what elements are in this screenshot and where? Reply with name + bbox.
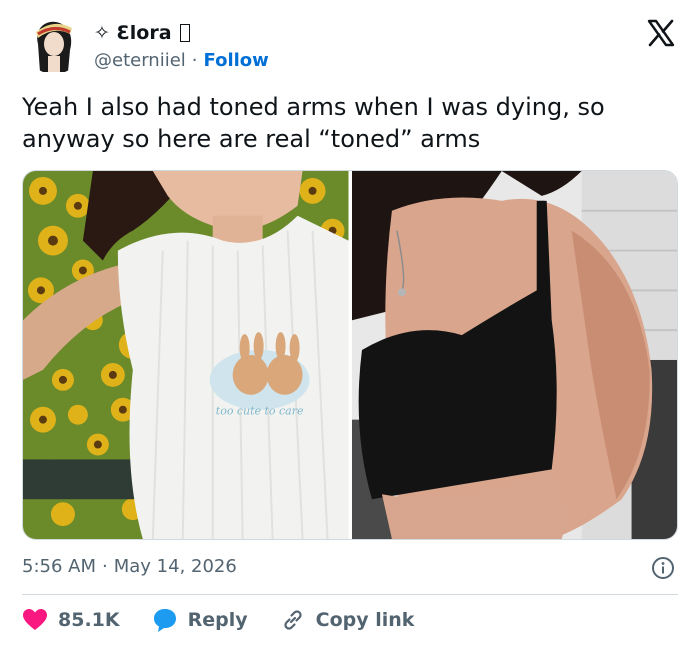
avatar[interactable] bbox=[24, 14, 84, 74]
timestamp-time: 5:56 AM bbox=[22, 556, 96, 577]
missing-glyph-icon bbox=[179, 24, 190, 42]
reply-button[interactable]: Reply bbox=[152, 607, 248, 633]
author-handle-row: @eterniiel · Follow bbox=[94, 48, 269, 72]
like-button[interactable]: 85.1K bbox=[22, 607, 120, 633]
author-name-row[interactable]: ✧ Ɛlora bbox=[94, 20, 190, 46]
handle-separator: · bbox=[191, 49, 198, 71]
timestamp-date: May 14, 2026 bbox=[113, 556, 237, 577]
tweet-card: ✧ Ɛlora @eterniiel · Follow Yeah I also … bbox=[0, 0, 700, 647]
timestamp[interactable]: 5:56 AM · May 14, 2026 bbox=[22, 556, 237, 577]
author-handle[interactable]: @eterniiel bbox=[94, 50, 186, 71]
timestamp-separator: · bbox=[102, 556, 108, 577]
x-logo-icon[interactable] bbox=[646, 18, 676, 48]
like-count: 85.1K bbox=[58, 609, 120, 631]
link-icon bbox=[284, 610, 302, 630]
shirt-print-text: too cute to care bbox=[216, 405, 304, 418]
reply-bubble-icon bbox=[153, 609, 176, 632]
heart-icon bbox=[23, 609, 47, 630]
media-grid: too cute to care bbox=[22, 170, 678, 540]
photo-right[interactable] bbox=[351, 171, 677, 539]
follow-button[interactable]: Follow bbox=[204, 50, 269, 71]
reply-label: Reply bbox=[187, 609, 248, 631]
copy-link-label: Copy link bbox=[315, 609, 415, 631]
author-display-name[interactable]: ✧ Ɛlora bbox=[94, 22, 172, 44]
action-bar: 85.1K Reply Copy link bbox=[22, 603, 446, 637]
copy-link-button[interactable]: Copy link bbox=[280, 607, 415, 633]
tweet-text: Yeah I also had toned arms when I was dy… bbox=[22, 93, 605, 153]
info-icon[interactable] bbox=[651, 556, 675, 580]
divider bbox=[22, 594, 678, 595]
photo-left[interactable]: too cute to care bbox=[23, 171, 349, 539]
